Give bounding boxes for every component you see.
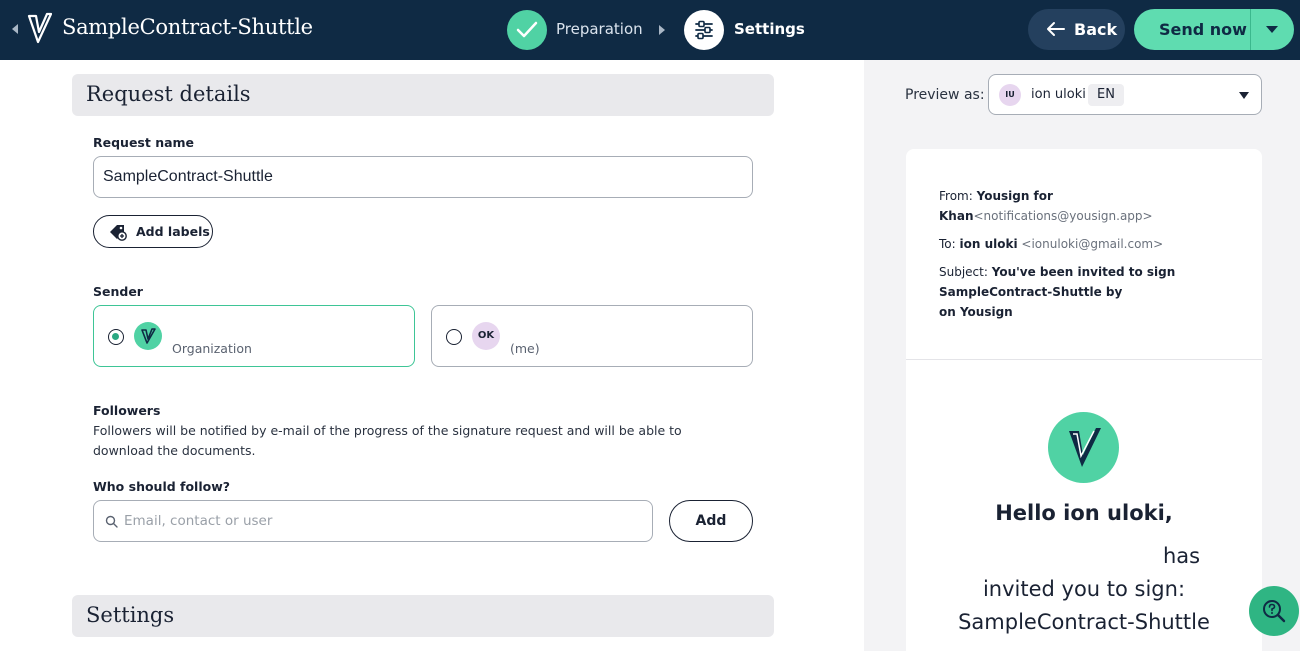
preview-recipient-select[interactable]: IU ion uloki EN [988,74,1262,115]
request-name-label: Request name [93,135,195,150]
yousign-logo-icon [1048,412,1119,483]
sender-option-me[interactable]: OK (me) [431,305,753,367]
email-subject-line1: You've been invited to sign [991,265,1176,279]
add-labels-button[interactable]: Add labels [93,215,213,248]
settings-header: Settings [72,595,774,637]
back-button-label: Back [1074,20,1118,39]
request-details-title: Request details [86,82,251,106]
request-details-header: Request details [72,74,774,116]
tag-add-icon [110,225,127,241]
email-header-divider [906,359,1262,360]
email-document-name: SampleContract-Shuttle [958,610,1210,634]
organization-avatar [134,322,162,350]
email-from-address: <notifications@yousign.app> [973,209,1153,223]
email-preview-card: From: Yousign for Khan<notifications@you… [906,149,1262,651]
help-button[interactable] [1249,586,1299,636]
chevron-left-icon[interactable] [12,24,18,34]
followers-description: Followers will be notified by e-mail of … [93,423,682,458]
email-subject-line: Subject: You've been invited to sign Sam… [939,265,1176,319]
arrow-left-icon [1047,22,1065,36]
dropdown-caret-icon [1239,92,1249,99]
help-search-icon [1263,600,1286,623]
add-labels-label: Add labels [136,224,210,239]
add-follower-label: Add [695,513,727,529]
document-title: SampleContract-Shuttle [62,15,313,39]
email-body-invited: invited you to sign: [982,577,1186,601]
chevron-right-icon [659,25,665,35]
send-now-label: Send now [1159,20,1247,39]
back-button[interactable]: Back [1028,9,1125,50]
email-from-line: From: Yousign for Khan<notifications@you… [939,189,1153,223]
send-now-button[interactable]: Send now [1134,9,1294,50]
sender-me-subtitle: (me) [510,341,540,356]
email-to-address: <ionuloki@gmail.com> [1021,237,1164,251]
preview-recipient-name: ion uloki [1031,87,1086,102]
sender-option-organization[interactable]: Organization [93,305,415,367]
step-preparation-check-icon[interactable] [507,10,547,50]
step-settings-sliders-icon[interactable] [684,10,724,50]
avatar: IU [999,84,1021,106]
step-preparation-label[interactable]: Preparation [556,20,643,38]
top-bar: SampleContract-Shuttle Preparation Setti… [0,0,1300,60]
send-button-divider [1250,9,1251,50]
step-settings-label[interactable]: Settings [734,20,805,38]
add-follower-button[interactable]: Add [669,500,753,542]
email-from-name-line1: Yousign for [976,189,1053,203]
follower-search-field[interactable] [93,500,653,542]
sender-me-radio[interactable] [446,329,462,345]
email-subject-line3: on Yousign [939,305,1013,319]
who-should-follow-label: Who should follow? [93,479,231,494]
preview-as-label: Preview as: [905,87,985,103]
sender-organization-radio[interactable] [108,329,124,345]
request-name-input[interactable] [93,156,753,198]
email-to-name: ion uloki [959,237,1018,251]
preview-language-badge: EN [1088,84,1124,106]
avatar: OK [472,322,500,350]
email-body-has: has [1163,544,1201,568]
email-to-line: To: ion uloki <ionuloki@gmail.com> [939,237,1164,251]
sender-label: Sender [93,284,143,299]
email-greeting: Hello ion uloki, [995,501,1173,525]
email-subject-line2: SampleContract-Shuttle by [939,285,1123,299]
send-options-caret-icon[interactable] [1266,26,1278,33]
yousign-logo-icon [141,328,156,344]
sender-organization-subtitle: Organization [172,341,252,356]
yousign-logo-icon [26,12,53,48]
search-icon [105,515,118,528]
email-from-name-line2: Khan [939,209,974,223]
followers-title: Followers [93,403,161,418]
follower-search-input[interactable] [124,501,644,541]
settings-title: Settings [86,603,175,627]
